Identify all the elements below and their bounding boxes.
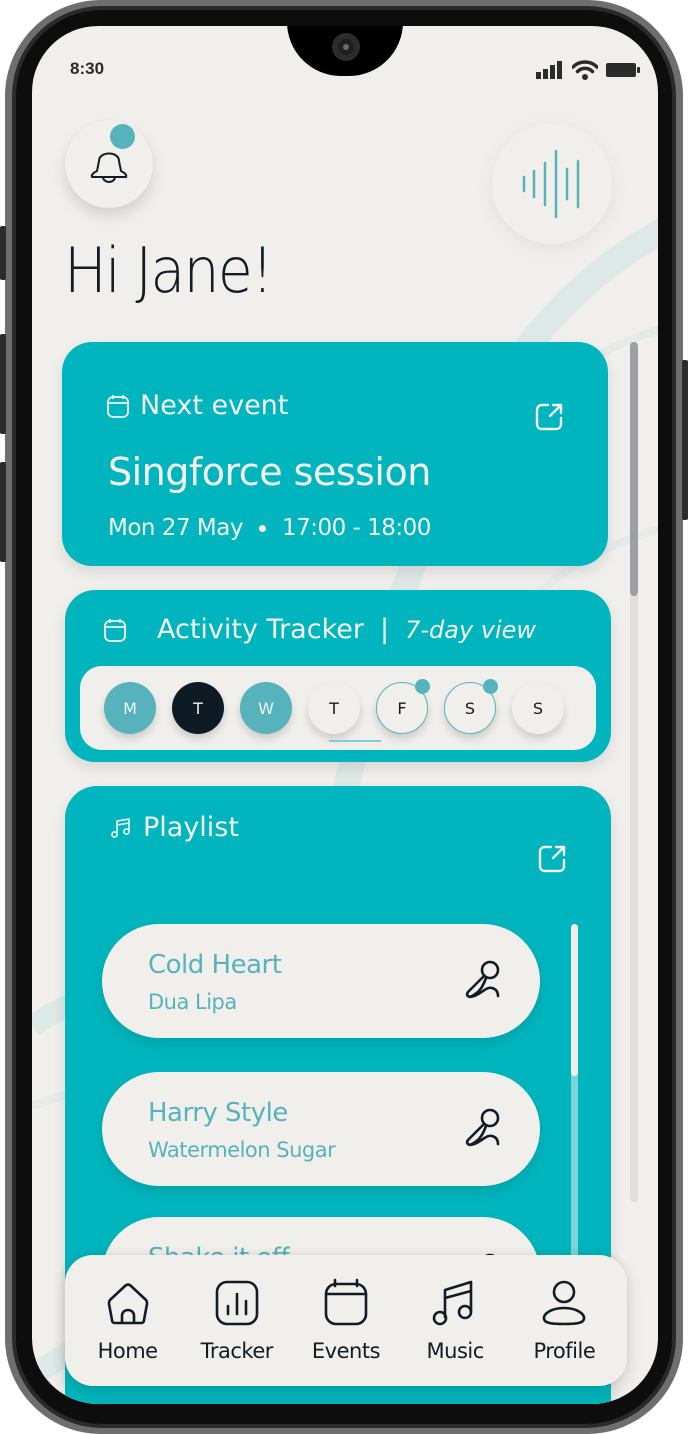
calendar-icon xyxy=(107,394,129,418)
wifi-icon xyxy=(572,60,598,80)
song-item[interactable]: Cold Heart Dua Lipa xyxy=(102,924,540,1038)
next-event-header: Next event xyxy=(106,390,288,421)
day-tuesday[interactable]: T xyxy=(172,682,224,734)
nav-label: Music xyxy=(426,1339,485,1363)
nav-music[interactable]: Music xyxy=(405,1255,505,1386)
power-button xyxy=(682,360,688,520)
week-days-row: M T W T F S S xyxy=(80,666,596,750)
nav-label: Profile xyxy=(533,1339,596,1363)
song-title: Cold Heart xyxy=(148,950,282,980)
home-icon xyxy=(107,1283,148,1325)
sound-wave-icon xyxy=(522,149,580,219)
title-separator: | xyxy=(379,614,390,645)
day-label: T xyxy=(193,698,203,718)
day-label: S xyxy=(532,698,544,718)
microphone-icon xyxy=(465,1108,500,1147)
nav-label: Events xyxy=(311,1339,381,1363)
open-event-button[interactable] xyxy=(532,400,566,434)
event-indicator-dot xyxy=(415,679,430,694)
next-event-card[interactable]: Next event Singforce session Mon 27 May … xyxy=(62,342,608,566)
greeting-heading: Hi Jane! xyxy=(64,234,274,307)
day-label: S xyxy=(464,698,476,718)
event-datetime: Mon 27 May 17:00 - 18:00 xyxy=(108,515,431,541)
user-icon xyxy=(543,1280,586,1326)
day-sunday[interactable]: S xyxy=(512,682,564,734)
front-camera xyxy=(332,33,360,61)
day-label: F xyxy=(397,698,407,718)
status-icons xyxy=(536,60,640,80)
day-saturday[interactable]: S xyxy=(444,679,498,734)
volume-down-button xyxy=(0,462,6,562)
sing-button[interactable] xyxy=(460,1104,508,1152)
music-icon xyxy=(432,1280,473,1326)
nav-home[interactable]: Home xyxy=(78,1255,178,1386)
playlist-title: Playlist xyxy=(143,812,239,843)
playlist-header: Playlist xyxy=(109,812,239,843)
side-button xyxy=(0,226,6,280)
notification-badge xyxy=(110,124,135,149)
song-item[interactable]: Harry Style Watermelon Sugar xyxy=(102,1072,540,1186)
next-event-title: Next event xyxy=(140,390,289,421)
volume-up-button xyxy=(0,334,6,434)
calendar-icon xyxy=(324,1278,368,1326)
day-wednesday[interactable]: W xyxy=(240,682,292,734)
screen: 8:30 Hi Jane! Next event Singforce sessi… xyxy=(32,26,658,1404)
day-friday[interactable]: F xyxy=(376,679,430,734)
chart-icon xyxy=(215,1280,259,1326)
music-note-icon xyxy=(111,817,130,838)
bottom-navigation: Home Tracker Events Music Profile xyxy=(65,1255,627,1386)
day-label: W xyxy=(258,698,274,718)
song-title: Harry Style xyxy=(148,1098,288,1128)
status-time: 8:30 xyxy=(70,59,105,78)
day-monday[interactable]: M xyxy=(104,682,156,734)
today-indicator xyxy=(329,740,381,742)
event-name: Singforce session xyxy=(108,450,431,494)
day-label: T xyxy=(329,698,339,718)
event-date: Mon 27 May xyxy=(108,515,243,541)
playlist-scrollbar-thumb[interactable] xyxy=(571,924,578,1076)
nav-tracker[interactable]: Tracker xyxy=(187,1255,287,1386)
open-playlist-button[interactable] xyxy=(535,842,569,876)
nav-label: Home xyxy=(97,1339,159,1363)
nav-events[interactable]: Events xyxy=(296,1255,396,1386)
activity-tracker-card: Activity Tracker | 7-day view M T W T F … xyxy=(65,590,611,762)
day-thursday[interactable]: T xyxy=(308,682,360,734)
page-scrollbar-thumb[interactable] xyxy=(630,342,638,596)
sing-button[interactable] xyxy=(460,956,508,1004)
nav-label: Tracker xyxy=(200,1339,274,1363)
separator-dot xyxy=(258,524,266,532)
day-label: M xyxy=(123,698,137,718)
signal-icon xyxy=(536,61,562,79)
external-link-icon xyxy=(535,403,563,431)
nav-profile[interactable]: Profile xyxy=(514,1255,614,1386)
battery-icon xyxy=(606,63,640,77)
activity-tracker-header: Activity Tracker | 7-day view xyxy=(103,614,536,645)
notifications-button[interactable] xyxy=(65,120,153,208)
calendar-icon xyxy=(104,618,126,642)
event-indicator-dot xyxy=(483,679,498,694)
external-link-icon xyxy=(538,845,566,873)
event-time: 17:00 - 18:00 xyxy=(281,515,432,541)
activity-tracker-subtitle: 7-day view xyxy=(405,615,537,644)
song-artist: Dua Lipa xyxy=(148,990,237,1014)
microphone-icon xyxy=(465,960,500,999)
song-artist: Watermelon Sugar xyxy=(148,1138,336,1162)
activity-tracker-title: Activity Tracker xyxy=(157,614,364,645)
voice-button[interactable] xyxy=(492,124,612,244)
